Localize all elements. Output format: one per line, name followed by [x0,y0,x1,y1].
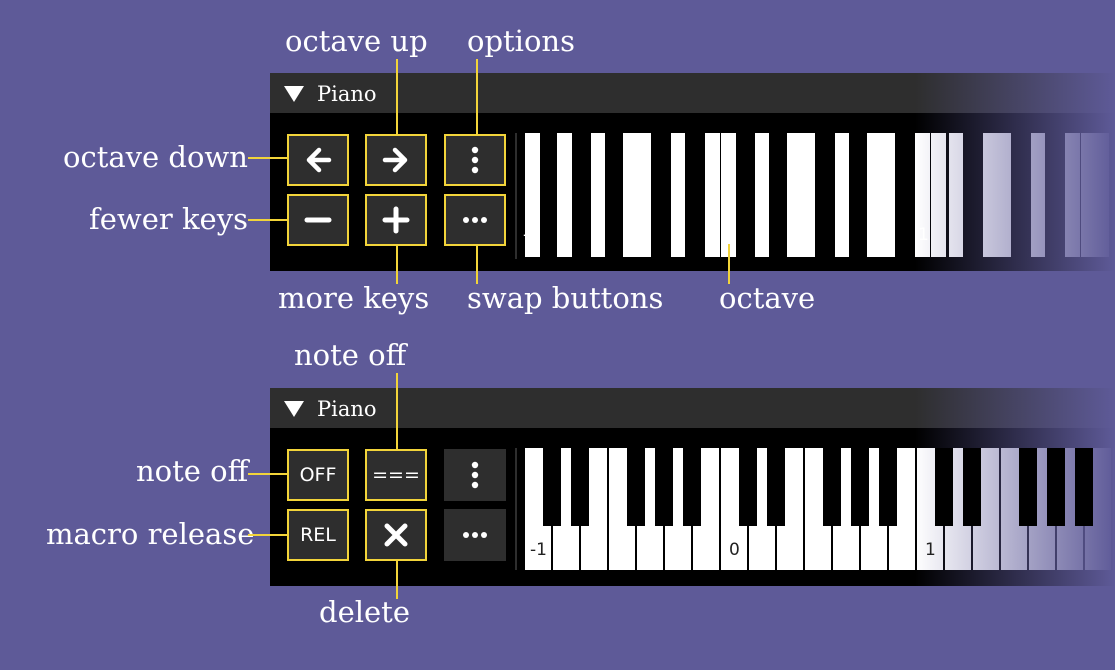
leader-line [248,473,288,475]
button-label: REL [300,524,336,546]
leader-line [396,59,398,135]
leader-line [476,246,478,284]
piano-key-black[interactable] [739,448,757,526]
piano-key-white[interactable] [1065,133,1080,257]
piano-key-white[interactable] [623,133,637,257]
piano-key-black[interactable] [879,448,897,526]
vertical-dots-icon [471,461,479,489]
octave-up-button[interactable] [365,134,427,186]
piano-key-white[interactable] [1081,133,1096,257]
piano-key-black[interactable] [655,448,673,526]
piano-key-white[interactable] [997,133,1011,257]
button-divider [515,133,517,259]
leader-line [476,59,478,135]
close-icon [384,523,408,547]
horizontal-dots-icon [463,217,487,223]
piano-key-white[interactable] [557,133,572,257]
callout-octave-up: octave up [285,24,428,58]
fewer-keys-button[interactable] [287,194,349,246]
octave-label: 1 [918,225,929,245]
button-label: === [372,464,420,486]
leader-line [248,219,288,221]
octave-down-button[interactable] [287,134,349,186]
octave-label: -1 [523,225,540,245]
plus-icon [382,206,410,234]
piano-key-white[interactable] [949,133,963,257]
leader-line [248,157,288,159]
note-off-button[interactable]: OFF [287,449,349,501]
more-keys-button[interactable] [365,194,427,246]
note-off-alt-button[interactable]: === [365,449,427,501]
piano-key-black[interactable] [851,448,869,526]
delete-button[interactable] [365,509,427,561]
callout-options: options [467,24,575,58]
piano-key-white[interactable] [867,133,881,257]
callout-fewer-keys: fewer keys [89,202,248,236]
piano-key-white[interactable] [591,133,605,257]
collapse-triangle-icon[interactable] [284,86,304,102]
options-button[interactable] [444,449,506,501]
button-divider [515,448,517,570]
piano-key-white[interactable] [671,133,685,257]
octave-label: 0 [729,540,740,560]
callout-note-off-left: note off [136,454,249,488]
callout-octave: octave [719,281,816,315]
piano-key-white[interactable] [637,133,651,257]
piano-key-white[interactable] [1031,133,1045,257]
chevron-right-icon [382,147,408,173]
chevron-left-icon [306,147,332,173]
piano-key-white[interactable] [835,133,849,257]
callout-octave-down: octave down [63,140,248,174]
piano-key-white[interactable] [787,133,801,257]
panel-title: Piano [317,82,377,106]
piano-key-black[interactable] [1047,448,1065,526]
piano-key-black[interactable] [543,448,561,526]
callout-macro-release: macro release [46,517,255,551]
options-button[interactable] [444,134,506,186]
piano-key-white[interactable] [881,133,895,257]
leader-line [396,246,398,284]
macro-release-button[interactable]: REL [287,509,349,561]
callout-swap-buttons: swap buttons [467,281,664,315]
piano-key-black[interactable] [767,448,785,526]
piano-key-white[interactable] [983,133,997,257]
piano-keyboard-compact[interactable]: -1 0 1 [523,133,1115,257]
piano-key-black[interactable] [1075,448,1093,526]
horizontal-dots-icon [463,532,487,538]
piano-key-black[interactable] [683,448,701,526]
piano-key-black[interactable] [627,448,645,526]
button-label: OFF [299,464,337,486]
piano-key-white[interactable] [931,133,946,257]
panel-title: Piano [317,397,377,421]
leader-line [728,244,730,284]
piano-key-white[interactable] [705,133,720,257]
leader-line [396,373,398,449]
minus-icon [304,217,332,223]
octave-label: 0 [722,225,733,245]
piano-key-white[interactable] [1095,133,1109,257]
collapse-triangle-icon[interactable] [284,401,304,417]
swap-buttons-button[interactable] [444,194,506,246]
vertical-dots-icon [471,146,479,174]
piano-key-white[interactable] [755,133,769,257]
piano-key-white[interactable] [801,133,815,257]
swap-buttons-button[interactable] [444,509,506,561]
piano-key-black[interactable] [1019,448,1037,526]
octave-label: 1 [925,540,936,560]
callout-note-off-top: note off [294,338,407,372]
piano-key-black[interactable] [823,448,841,526]
callout-more-keys: more keys [278,281,430,315]
piano-keyboard-full[interactable]: -1 0 1 [525,448,1115,570]
leader-line [248,534,288,536]
piano-key-black[interactable] [571,448,589,526]
callout-delete: delete [319,595,410,629]
octave-label: -1 [530,540,547,560]
leader-line [396,561,398,599]
piano-key-black[interactable] [935,448,953,526]
piano-key-black[interactable] [963,448,981,526]
